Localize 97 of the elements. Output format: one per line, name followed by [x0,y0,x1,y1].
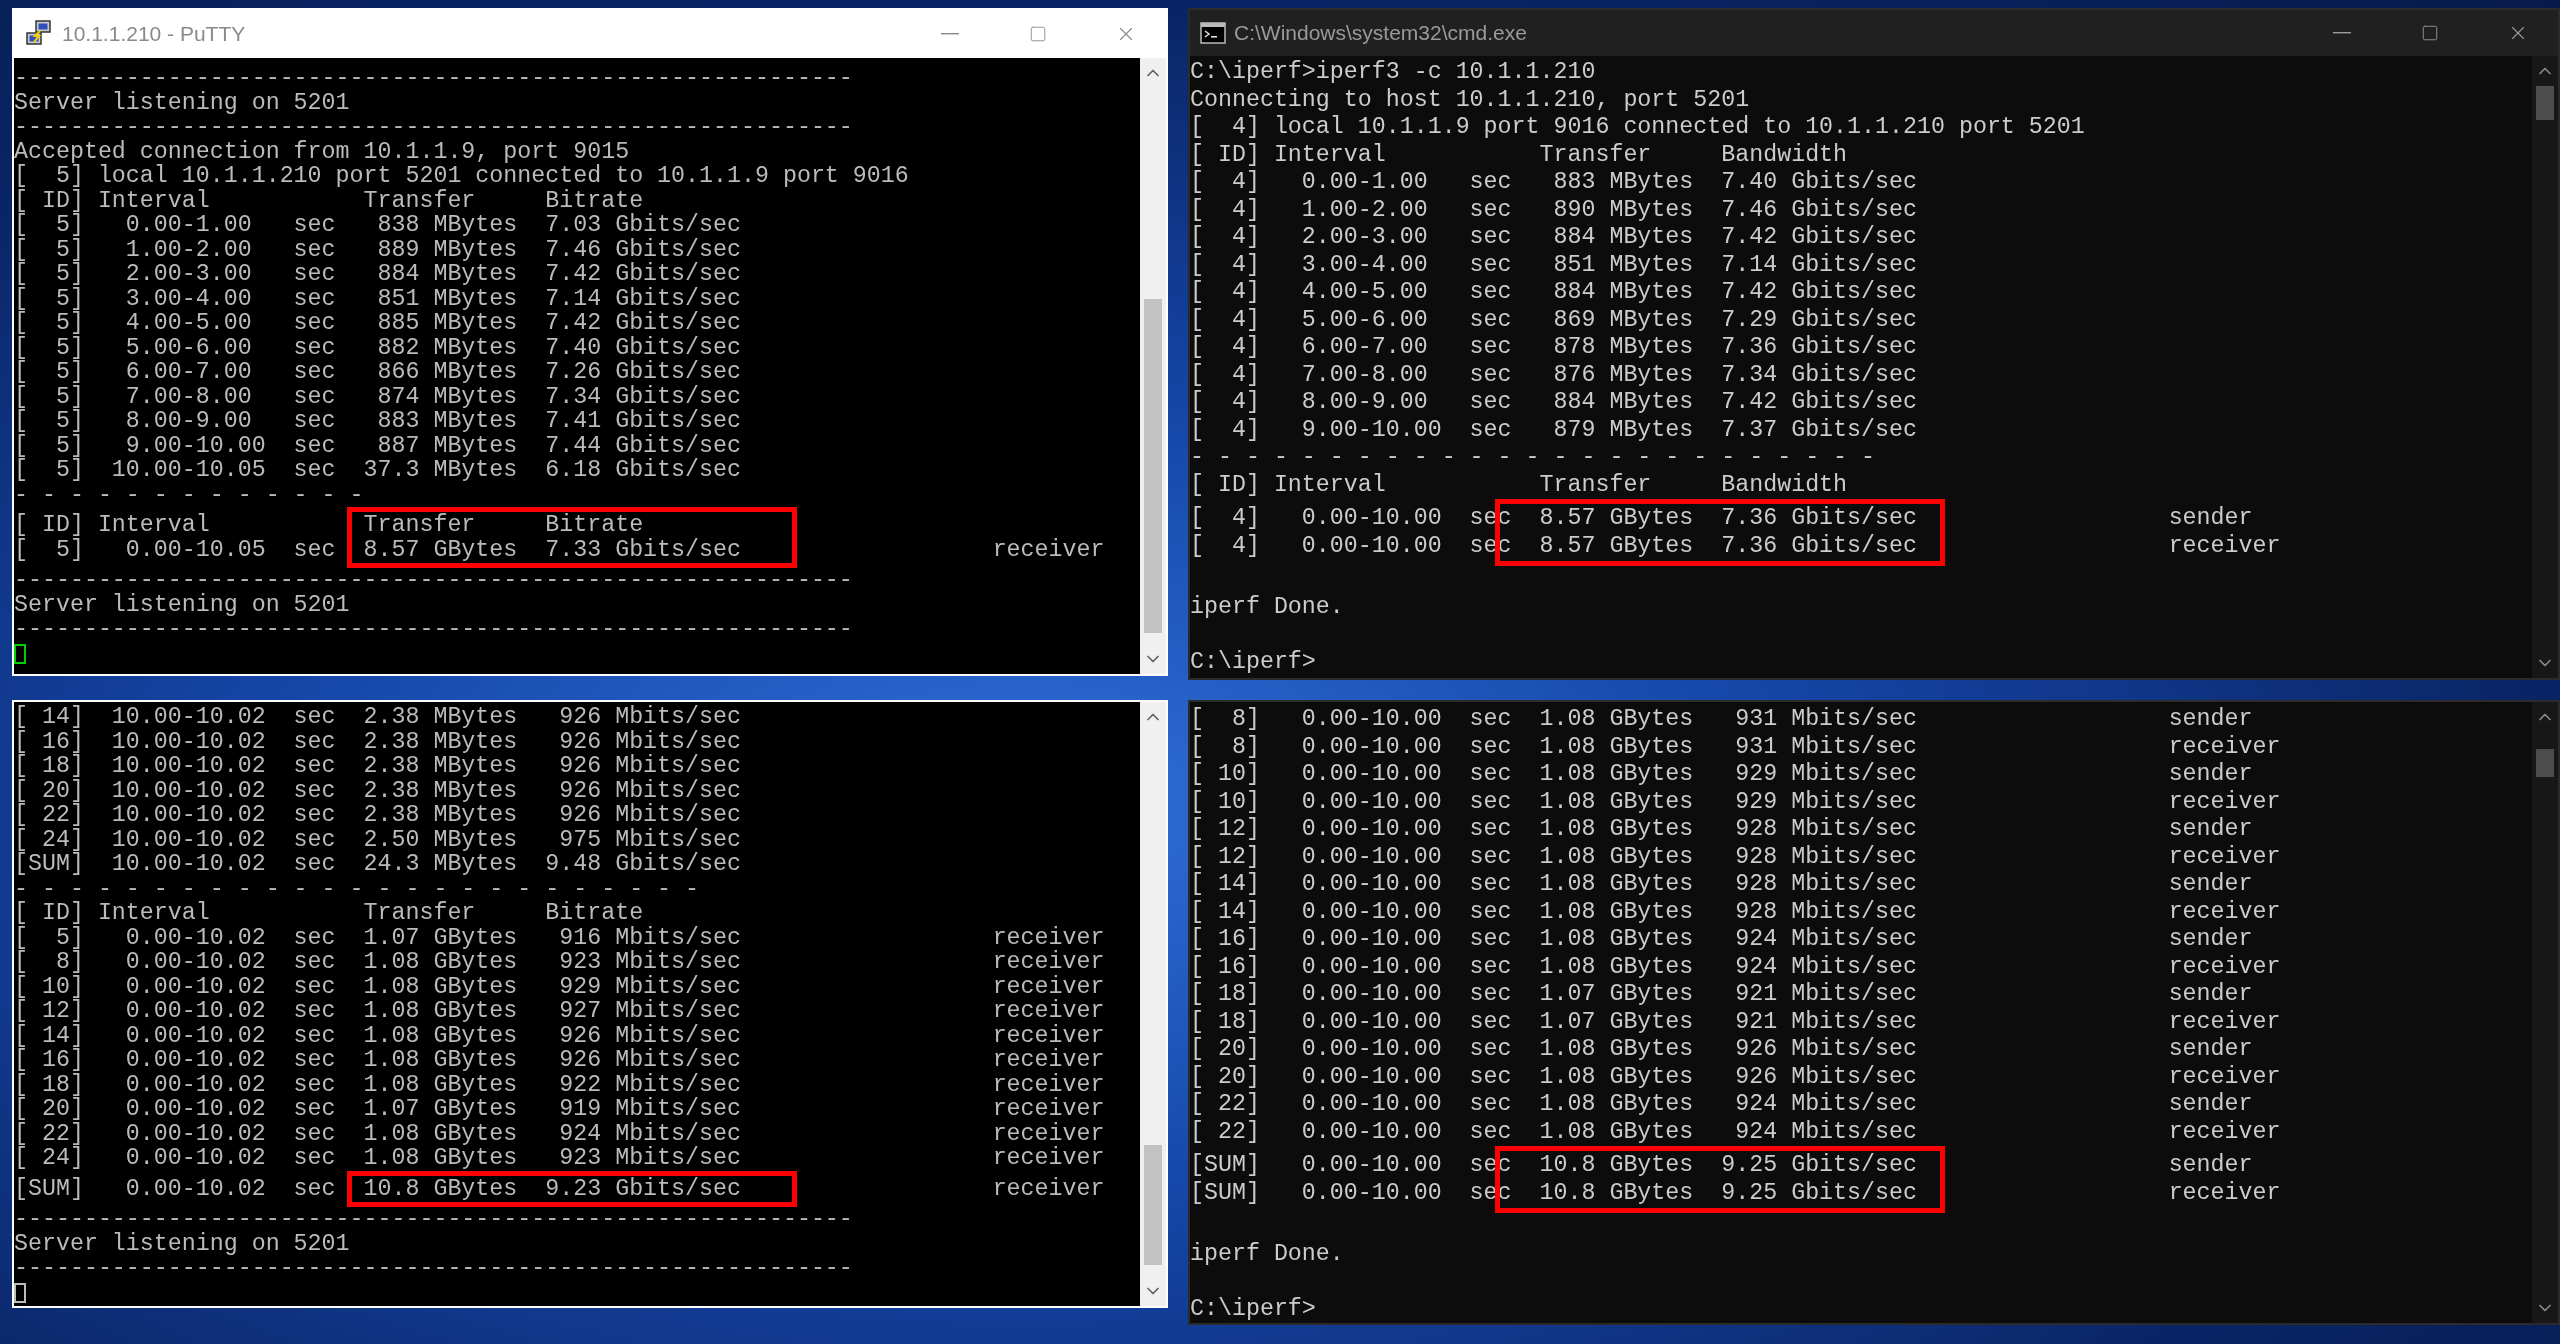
terminal-line: [ 5] 0.00-10.05 sec 8.57 GBytes 7.33 Gbits/sec receiver [14,537,1105,562]
terminal-line: [ 5] 0.00-1.00 sec 838 MBytes 7.03 Gbits/sec [14,213,741,238]
terminal-line: [ 4] 4.00-5.00 sec 884 MBytes 7.42 Gbits/sec [1190,279,1917,307]
terminal-line: Server listening on 5201 [14,592,350,617]
terminal-line: - - - - - - - - - - - - - [14,482,364,507]
terminal-line: [ 10] 0.00-10.00 sec 1.08 GBytes 929 Mbits/sec receiver [1190,788,2281,816]
terminal-line: - - - - - - - - - - - - - - - - - - - - - - - - - [14,876,700,901]
terminal-line: [ 22] 0.00-10.00 sec 1.08 GBytes 924 Mbits/sec receiver [1190,1118,2281,1146]
terminal-line: [ ID] Interval Transfer Bitrate [14,188,644,213]
window-title: 10.1.1.210 - PuTTY [62,22,247,46]
terminal-line: [ 18] 0.00-10.00 sec 1.07 GBytes 921 Mbits/sec sender [1190,981,2253,1009]
terminal-line: [ 18] 10.00-10.02 sec 2.38 MBytes 926 Mbits/sec [14,754,741,779]
terminal-line: [ 4] local 10.1.1.9 port 9016 connected to 10.1.1.210 port 5201 [1190,114,2085,142]
scroll-thumb[interactable] [1144,299,1162,633]
terminal-line: [SUM] 10.00-10.02 sec 24.3 MBytes 9.48 Gbits/sec [14,852,741,877]
terminal-line: Accepted connection from 10.1.1.9, port 9015 [14,139,630,164]
terminal-line: [ 4] 9.00-10.00 sec 879 MBytes 7.37 Gbits/sec [1190,416,1917,444]
terminal-line: [ ID] Interval Transfer Bandwidth [1190,471,1848,499]
console-icon [1200,22,1226,44]
terminal-line: [ 20] 0.00-10.02 sec 1.07 GBytes 919 Mbits/sec receiver [14,1097,1105,1122]
terminal-line: [ 5] 4.00-5.00 sec 885 MBytes 7.42 Gbits/sec [14,311,741,336]
scrollbar[interactable] [2532,702,2558,1323]
maximize-icon [2421,24,2439,42]
terminal-line: ------------------------------------------------------------ [14,617,853,642]
terminal-line: [ ID] Interval Transfer Bitrate [14,901,644,926]
terminal-line: [ 10] 0.00-10.02 sec 1.08 GBytes 929 Mbits/sec receiver [14,974,1105,999]
terminal-line: [ 22] 10.00-10.02 sec 2.38 MBytes 926 Mbits/sec [14,803,741,828]
terminal-line: [ 5] 8.00-9.00 sec 883 MBytes 7.41 Gbits/sec [14,409,741,434]
terminal-line: [ 8] 0.00-10.00 sec 1.08 GBytes 931 Mbits/sec sender [1190,706,2253,734]
window-title: C:\Windows\system32\cmd.exe [1234,21,1528,45]
terminal-line: [ 4] 0.00-1.00 sec 883 MBytes 7.40 Gbits/sec [1190,169,1917,197]
terminal-line: Server listening on 5201 [14,90,350,115]
terminal-line: [ 5] 2.00-3.00 sec 884 MBytes 7.42 Gbits/sec [14,262,741,287]
terminal-line: [ 12] 0.00-10.00 sec 1.08 GBytes 928 Mbits/sec sender [1190,816,2253,844]
terminal-line: [ 18] 0.00-10.00 sec 1.07 GBytes 921 Mbits/sec receiver [1190,1008,2281,1036]
terminal-line: [ 4] 5.00-6.00 sec 869 MBytes 7.29 Gbits/sec [1190,306,1917,334]
terminal-line: [ 4] 7.00-8.00 sec 876 MBytes 7.34 Gbits/sec [1190,361,1917,389]
terminal-line: [SUM] 0.00-10.02 sec 10.8 GBytes 9.23 Gbits/sec receiver [14,1176,1105,1201]
terminal-line: [ 20] 0.00-10.00 sec 1.08 GBytes 926 Mbits/sec sender [1190,1036,2253,1064]
terminal-line: [ ID] Interval Transfer Bitrate [14,513,644,538]
terminal-line: [ 12] 0.00-10.00 sec 1.08 GBytes 928 Mbits/sec receiver [1190,843,2281,871]
minimize-icon [2333,32,2351,34]
scrollbar[interactable] [1140,58,1166,674]
terminal-line: [ 22] 0.00-10.00 sec 1.08 GBytes 924 Mbits/sec sender [1190,1091,2253,1119]
terminal-line: [ 14] 0.00-10.00 sec 1.08 GBytes 928 Mbits/sec sender [1190,871,2253,899]
terminal-line: [ 5] 7.00-8.00 sec 874 MBytes 7.34 Gbits/sec [14,384,741,409]
terminal-line: [ 8] 0.00-10.00 sec 1.08 GBytes 931 Mbits/sec receiver [1190,733,2281,761]
terminal-line: [ 5] 1.00-2.00 sec 889 MBytes 7.46 Gbits/sec [14,237,741,262]
terminal-line: [ 22] 0.00-10.02 sec 1.08 GBytes 924 Mbits/sec receiver [14,1121,1105,1146]
scrollbar[interactable] [1140,702,1166,1306]
terminal-line: [ 16] 0.00-10.00 sec 1.08 GBytes 924 Mbits/sec receiver [1190,953,2281,981]
terminal-line: [ 20] 0.00-10.00 sec 1.08 GBytes 926 Mbits/sec receiver [1190,1063,2281,1091]
terminal-line: iperf Done. [1190,1240,1344,1268]
terminal-line: ------------------------------------------------------------ [14,66,853,91]
terminal-line: [ 5] 9.00-10.00 sec 887 MBytes 7.44 Gbits/sec [14,433,741,458]
terminal-line: [ 4] 2.00-3.00 sec 884 MBytes 7.42 Gbits/sec [1190,224,1917,252]
terminal-line: [ 24] 0.00-10.02 sec 1.08 GBytes 923 Mbits/sec receiver [14,1146,1105,1171]
terminal-line: [ 5] local 10.1.1.210 port 5201 connected to 10.1.1.9 port 9016 [14,164,909,189]
terminal-line: [ 5] 3.00-4.00 sec 851 MBytes 7.14 Gbits/sec [14,286,741,311]
terminal-line: ------------------------------------------------------------ [14,568,853,593]
terminal-line: [ 10] 0.00-10.00 sec 1.08 GBytes 929 Mbits/sec sender [1190,761,2253,789]
terminal-line: ------------------------------------------------------------ [14,1256,853,1281]
terminal-line: [ 20] 10.00-10.02 sec 2.38 MBytes 926 Mbits/sec [14,778,741,803]
terminal-line: [ ID] Interval Transfer Bandwidth [1190,141,1848,169]
terminal-line: [ 8] 0.00-10.02 sec 1.08 GBytes 923 Mbits/sec receiver [14,950,1105,975]
terminal-line: Server listening on 5201 [14,1231,350,1256]
terminal-line: [ 14] 0.00-10.02 sec 1.08 GBytes 926 Mbits/sec receiver [14,1023,1105,1048]
scrollbar[interactable] [2532,56,2558,678]
scroll-thumb[interactable] [1144,1145,1162,1266]
terminal-line: [ 4] 1.00-2.00 sec 890 MBytes 7.46 Gbits/sec [1190,196,1917,224]
scroll-thumb[interactable] [2536,748,2554,777]
terminal-line: ------------------------------------------------------------ [14,1207,853,1232]
terminal-line: [ 4] 3.00-4.00 sec 851 MBytes 7.14 Gbits/sec [1190,251,1917,279]
terminal-line: - - - - - - - - - - - - - - - - - - - - - - - - - [1190,444,1876,472]
scroll-thumb[interactable] [2536,86,2554,120]
terminal-line: Connecting to host 10.1.1.210, port 5201 [1190,86,1750,114]
terminal-line: [ 5] 6.00-7.00 sec 866 MBytes 7.26 Gbits/sec [14,360,741,385]
terminal-line: [ 16] 0.00-10.00 sec 1.08 GBytes 924 Mbits/sec sender [1190,926,2253,954]
terminal-line: [ 5] 5.00-6.00 sec 882 MBytes 7.40 Gbits/sec [14,335,741,360]
terminal-line: [ 14] 10.00-10.02 sec 2.38 MBytes 926 Mbits/sec [14,705,741,730]
minimize-icon [941,33,959,35]
terminal-line: ------------------------------------------------------------ [14,115,853,140]
terminal-line: iperf Done. [1190,593,1344,621]
terminal-line: [ 4] 6.00-7.00 sec 878 MBytes 7.36 Gbits/sec [1190,334,1917,362]
terminal-line: [ 24] 10.00-10.02 sec 2.50 MBytes 975 Mbits/sec [14,827,741,852]
terminal-line: [ 18] 0.00-10.02 sec 1.08 GBytes 922 Mbits/sec receiver [14,1072,1105,1097]
terminal-line: C:\iperf>iperf3 -c 10.1.1.210 [1190,59,1596,87]
terminal-line: [ 5] 0.00-10.02 sec 1.07 GBytes 916 Mbits/sec receiver [14,925,1105,950]
terminal-line: [ 14] 0.00-10.00 sec 1.08 GBytes 928 Mbits/sec receiver [1190,898,2281,926]
maximize-icon [1029,25,1047,43]
terminal-line: [ 16] 10.00-10.02 sec 2.38 MBytes 926 Mbits/sec [14,729,741,754]
terminal-line: C:\iperf> [1190,648,1316,676]
terminal-line: C:\iperf> [1190,1295,1316,1323]
terminal-line: [ 5] 10.00-10.05 sec 37.3 MBytes 6.18 Gbits/sec [14,458,741,483]
terminal-line: [ 16] 0.00-10.02 sec 1.08 GBytes 926 Mbits/sec receiver [14,1048,1105,1073]
terminal-line: [ 4] 8.00-9.00 sec 884 MBytes 7.42 Gbits/sec [1190,389,1917,417]
terminal-line: [ 12] 0.00-10.02 sec 1.08 GBytes 927 Mbits/sec receiver [14,999,1105,1024]
